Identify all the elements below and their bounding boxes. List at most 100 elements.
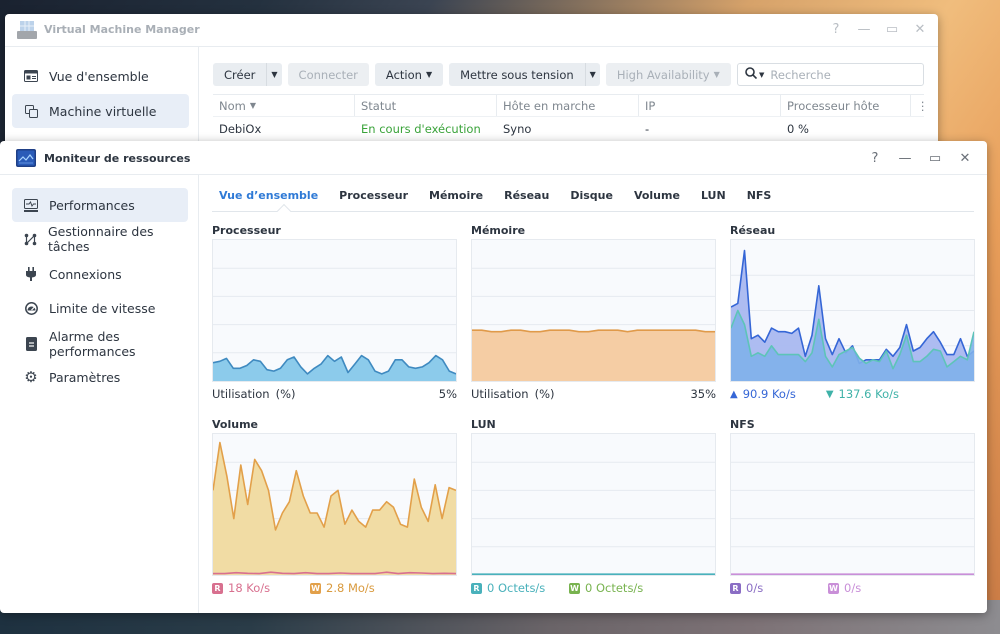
nfs-panel-title: NFS <box>730 418 755 431</box>
nfs-read-value: 0/s <box>746 581 764 595</box>
lun-read-value: 0 Octets/s <box>487 581 546 595</box>
memory-legend: Utilisation (%) 35% <box>471 386 716 402</box>
vm-host: Syno <box>503 121 532 136</box>
sidebar-item-performance-alarm[interactable]: Alarme des performances <box>12 325 188 363</box>
connect-button[interactable]: Connecter <box>287 63 369 86</box>
vm-status: En cours d'exécution <box>361 121 481 136</box>
cpu-legend: Utilisation (%) 5% <box>212 386 457 402</box>
column-header-name[interactable]: Nom ▼ <box>213 95 355 116</box>
minimize-icon[interactable]: — <box>897 150 913 168</box>
column-header-status[interactable]: Statut <box>355 95 497 116</box>
nfs-panel: NFS R 0/s W 0/s <box>730 418 975 595</box>
tab-volume[interactable]: Volume <box>627 187 687 205</box>
volume-chart-svg <box>213 441 456 575</box>
action-button[interactable]: Action ▼ <box>374 63 444 86</box>
vmm-app-icon <box>17 21 37 39</box>
sidebar-item-performances[interactable]: Performances <box>12 188 188 222</box>
sidebar-item-label: Paramètres <box>49 369 121 385</box>
volume-panel: Volume R 18 Ko/s W 2.8 Mo/s <box>212 418 457 595</box>
nfs-write: W 0/s <box>828 581 861 595</box>
resource-monitor-app-icon <box>16 149 36 167</box>
nfs-chart <box>730 433 975 576</box>
tab-network[interactable]: Réseau <box>497 187 556 205</box>
chevron-down-icon: ▼ <box>713 70 720 79</box>
search-input[interactable]: ▼ Recherche <box>737 63 924 86</box>
vm-name: DebiOx <box>219 121 262 136</box>
nfs-write-value: 0/s <box>844 581 862 595</box>
tab-overview[interactable]: Vue d’ensemble <box>212 187 325 205</box>
read-badge: R <box>471 582 482 594</box>
help-icon[interactable]: ? <box>867 150 883 168</box>
maximize-icon[interactable]: ▭ <box>884 21 900 39</box>
vm-ip: - <box>645 121 650 136</box>
tab-disk[interactable]: Disque <box>563 187 620 205</box>
column-header-host[interactable]: Hôte en marche <box>497 95 639 116</box>
column-header-ip[interactable]: IP <box>639 95 781 116</box>
volume-panel-title: Volume <box>212 418 258 431</box>
action-button-label: Action <box>385 67 422 82</box>
search-placeholder: Recherche <box>770 67 831 82</box>
vmm-titlebar[interactable]: Virtual Machine Manager ? — ▭ ✕ <box>5 14 938 47</box>
column-header-host-cpu[interactable]: Processeur hôte <box>781 95 911 116</box>
sidebar-item-task-manager[interactable]: Gestionnaire des tâches <box>12 222 188 256</box>
tab-memory[interactable]: Mémoire <box>422 187 490 205</box>
lun-write: W 0 Octets/s <box>569 581 643 595</box>
chevron-down-icon: ▼ <box>425 70 433 79</box>
power-dropdown-caret[interactable]: ▼ <box>584 63 600 86</box>
lun-legend: R 0 Octets/s W 0 Octets/s <box>471 580 716 596</box>
vmm-window-title: Virtual Machine Manager <box>44 23 200 36</box>
close-icon[interactable]: ✕ <box>957 150 973 168</box>
vmm-sidebar: Vue d'ensemble Machine virtuelle <box>5 47 199 154</box>
write-badge: W <box>828 582 839 594</box>
search-icon <box>745 66 758 83</box>
cpu-panel-title: Processeur <box>212 224 281 237</box>
create-button[interactable]: Créer <box>213 63 267 86</box>
network-chart-svg <box>731 249 974 381</box>
table-header: Nom ▼ Statut Hôte en marche IP Processeur… <box>213 94 929 117</box>
sort-icon: ▼ <box>249 101 256 110</box>
upload-arrow-icon: ▲ <box>730 388 738 400</box>
close-icon[interactable]: ✕ <box>912 21 928 39</box>
lun-chart <box>471 433 716 576</box>
monitor-sidebar: Performances Gestionnaire des tâches Con… <box>0 175 199 613</box>
tab-lun[interactable]: LUN <box>694 187 733 205</box>
minimize-icon[interactable]: — <box>856 21 872 39</box>
sidebar-item-connections[interactable]: Connexions <box>12 257 188 291</box>
nfs-chart-svg <box>731 461 974 575</box>
network-upload: ▲ 90.9 Ko/s <box>730 387 796 401</box>
memory-chart <box>471 239 716 382</box>
resource-monitor-window: Moniteur de ressources ? — ▭ ✕ Performan… <box>0 141 987 613</box>
sidebar-item-virtual-machine[interactable]: Machine virtuelle <box>12 94 189 128</box>
vm-host-cpu: 0 % <box>787 121 809 136</box>
sidebar-item-label: Machine virtuelle <box>49 103 157 119</box>
volume-chart <box>212 433 457 576</box>
column-options-icon[interactable]: ⋮ <box>911 95 929 116</box>
network-upload-value: 90.9 Ko/s <box>742 387 796 401</box>
lun-chart-svg <box>472 461 715 575</box>
search-filter-caret[interactable]: ▼ <box>759 71 764 79</box>
sidebar-item-speed-limit[interactable]: Limite de vitesse <box>12 291 188 325</box>
maximize-icon[interactable]: ▭ <box>927 150 943 168</box>
memory-panel-title: Mémoire <box>471 224 526 237</box>
create-dropdown-caret[interactable]: ▼ <box>266 63 282 86</box>
tab-cpu[interactable]: Processeur <box>332 187 415 205</box>
memory-panel: Mémoire Utilisation (%) 35% <box>471 224 716 401</box>
power-on-button[interactable]: Mettre sous tension <box>449 63 585 86</box>
sidebar-item-label: Performances <box>49 197 135 213</box>
performance-icon <box>24 198 38 212</box>
high-availability-button[interactable]: High Availability ▼ <box>605 63 731 86</box>
monitor-titlebar[interactable]: Moniteur de ressources ? — ▭ ✕ <box>0 141 987 175</box>
memory-usage-label: Utilisation <box>471 387 529 401</box>
gear-icon: ⚙ <box>24 368 38 386</box>
write-badge: W <box>569 582 580 594</box>
download-arrow-icon: ▼ <box>825 388 834 400</box>
help-icon[interactable]: ? <box>828 21 844 39</box>
table-row[interactable]: DebiOx En cours d'exécution Syno - 0 % <box>213 117 924 140</box>
tab-nfs[interactable]: NFS <box>740 187 779 205</box>
network-panel: Réseau ▲ 90.9 Ko/s ▼ 137.6 Ko/s <box>730 224 975 401</box>
virtual-machine-icon <box>24 104 38 118</box>
sidebar-item-overview[interactable]: Vue d'ensemble <box>12 59 189 93</box>
sidebar-item-settings[interactable]: ⚙ Paramètres <box>12 360 188 394</box>
nfs-read: R 0/s <box>730 581 763 595</box>
volume-read: R 18 Ko/s <box>212 581 270 595</box>
